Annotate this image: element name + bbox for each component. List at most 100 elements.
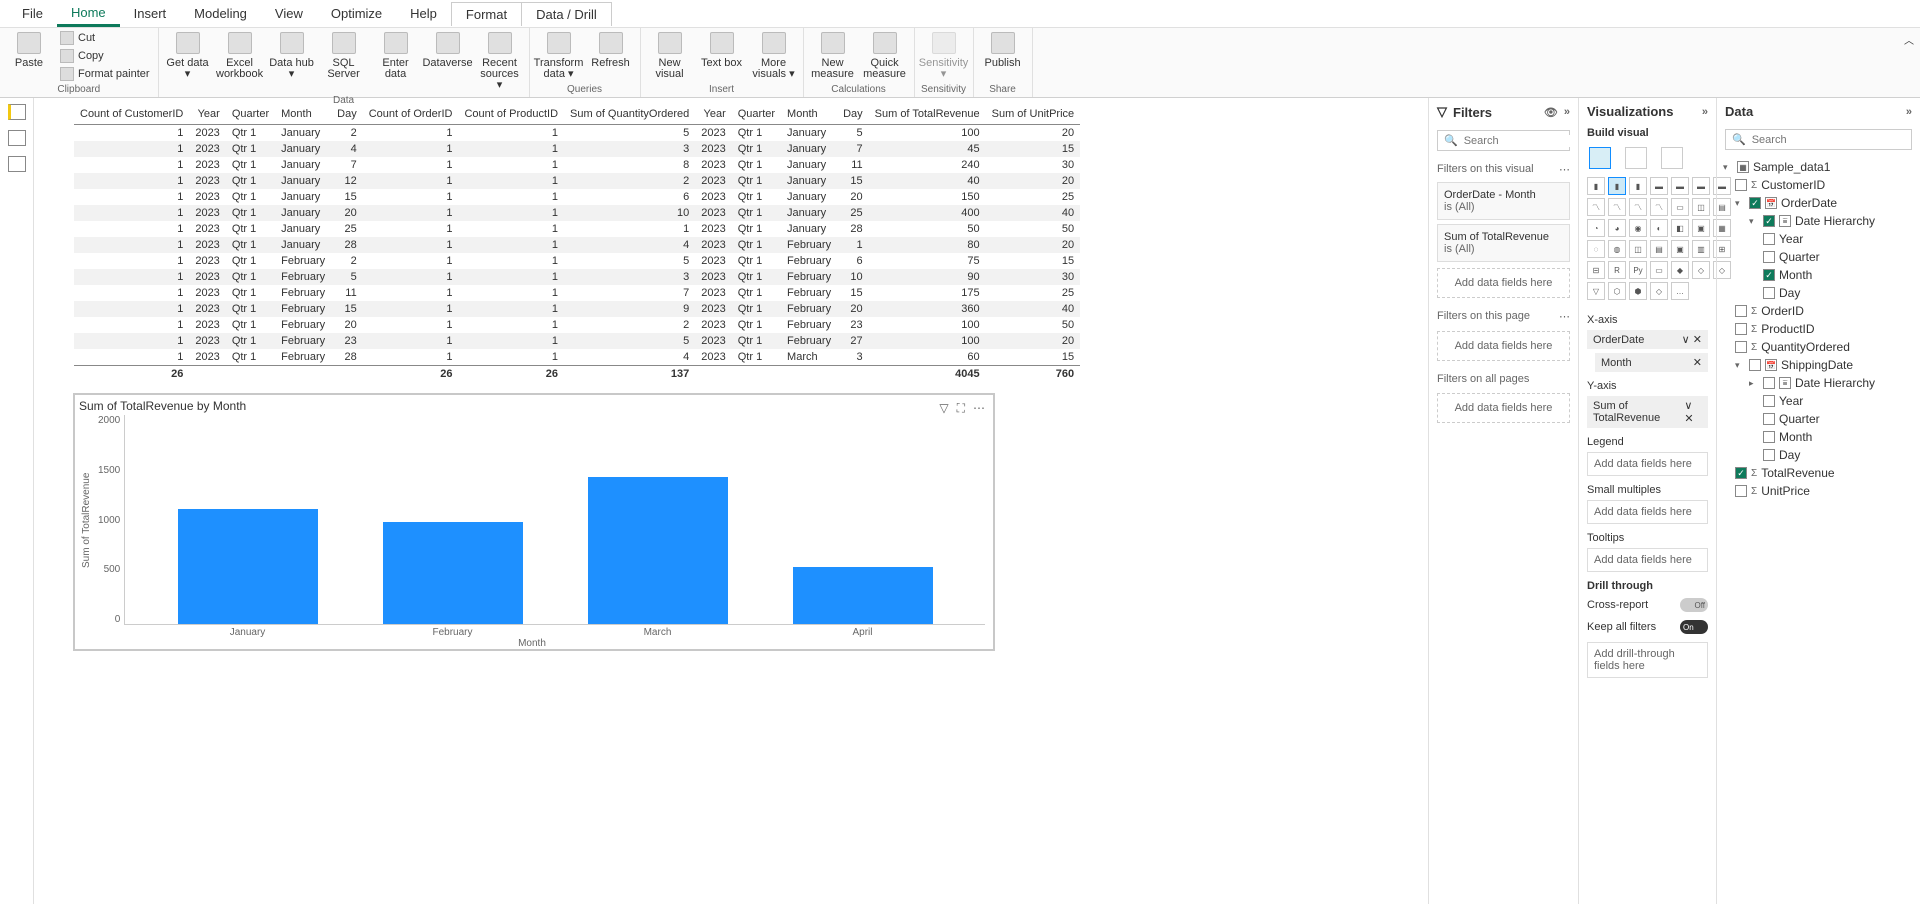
field-customerid[interactable]: ΣCustomerID [1721,176,1916,194]
col-header[interactable]: Year [189,104,225,125]
viz-type[interactable]: ⊟ [1587,261,1605,279]
tab-data-drill[interactable]: Data / Drill [522,2,612,26]
analytics-tab-icon[interactable] [1661,147,1683,169]
refresh-button[interactable]: Refresh [586,30,636,71]
xaxis-field[interactable]: OrderDate∨ ✕ [1587,330,1708,349]
table-row[interactable]: 12023Qtr 1January151162023Qtr 1January20… [74,189,1080,205]
table-row[interactable]: 12023Qtr 1February51132023Qtr 1February1… [74,269,1080,285]
viz-type[interactable]: ◐ [1650,219,1668,237]
table-row[interactable]: 12023Qtr 1January71182023Qtr 1January112… [74,157,1080,173]
viz-type[interactable]: ▥ [1692,240,1710,258]
data-search-input[interactable] [1752,134,1905,146]
tab-insert[interactable]: Insert [120,2,181,25]
viz-type[interactable]: 〽 [1650,198,1668,216]
viz-type[interactable]: Py [1629,261,1647,279]
get-data-button[interactable]: Get data ▾ [163,30,213,82]
viz-type[interactable]: ⬡ [1608,282,1626,300]
col-header[interactable]: Count of CustomerID [74,104,189,125]
enter-data-button[interactable]: Enter data [371,30,421,82]
table-row[interactable]: 12023Qtr 1February281142023Qtr 1March360… [74,349,1080,366]
bar[interactable] [793,567,933,624]
field-sd-year[interactable]: Year [1721,392,1916,410]
viz-type[interactable]: 〽 [1608,198,1626,216]
drill-through-drop[interactable]: Add drill-through fields here [1587,642,1708,678]
add-visual-filter[interactable]: Add data fields here [1437,268,1570,298]
eye-icon[interactable]: 👁 [1544,106,1558,119]
model-view-icon[interactable] [8,156,26,172]
cut-button[interactable]: Cut [56,30,154,46]
field-sd-month[interactable]: Month [1721,428,1916,446]
viz-type[interactable]: ▮ [1587,177,1605,195]
bar[interactable] [383,522,523,624]
small-multiples-drop[interactable]: Add data fields here [1587,500,1708,524]
viz-type[interactable]: ▤ [1650,240,1668,258]
table-row[interactable]: 12023Qtr 1February21152023Qtr 1February6… [74,253,1080,269]
viz-type[interactable]: … [1671,282,1689,300]
viz-type[interactable]: ◧ [1671,219,1689,237]
field-sd-day[interactable]: Day [1721,446,1916,464]
table-row[interactable]: 12023Qtr 1January121122023Qtr 1January15… [74,173,1080,189]
viz-type[interactable]: ◫ [1692,198,1710,216]
copy-button[interactable]: Copy [56,48,154,64]
viz-type[interactable]: ▣ [1692,219,1710,237]
col-header[interactable]: Day [837,104,869,125]
col-header[interactable]: Sum of UnitPrice [986,104,1081,125]
viz-type[interactable]: ◉ [1629,219,1647,237]
add-page-filter[interactable]: Add data fields here [1437,331,1570,361]
viz-type[interactable]: R [1608,261,1626,279]
viz-type[interactable]: ◕ [1608,219,1626,237]
table-row[interactable]: 12023Qtr 1January41132023Qtr 1January745… [74,141,1080,157]
field-quantityordered[interactable]: ΣQuantityOrdered [1721,338,1916,356]
filter-card-totalrevenue[interactable]: Sum of TotalRevenue is (All) [1437,224,1570,262]
viz-type[interactable]: ▬ [1692,177,1710,195]
ellipsis-icon[interactable]: ⋯ [1559,163,1570,176]
collapse-data-icon[interactable]: » [1906,106,1912,118]
table-row[interactable]: 12023Qtr 1January21152023Qtr 1January510… [74,125,1080,142]
tab-file[interactable]: File [8,2,57,25]
viz-type[interactable]: ◇ [1692,261,1710,279]
dataverse-button[interactable]: Dataverse [423,30,473,71]
bar[interactable] [588,477,728,624]
filter-icon[interactable]: ▽ [939,401,948,416]
viz-type[interactable]: 〽 [1587,198,1605,216]
field-orderdate-hierarchy[interactable]: ▾✓⩸Date Hierarchy [1721,212,1916,230]
report-canvas[interactable]: Count of CustomerIDYearQuarterMonthDayCo… [34,98,1428,904]
tab-format[interactable]: Format [451,2,522,26]
viz-type[interactable]: ◫ [1629,240,1647,258]
field-od-month[interactable]: ✓Month [1721,266,1916,284]
ribbon-collapse-icon[interactable]: ︿ [1904,32,1914,47]
viz-type[interactable]: ◔ [1587,219,1605,237]
table-row[interactable]: 12023Qtr 1January251112023Qtr 1January28… [74,221,1080,237]
col-header[interactable]: Sum of QuantityOrdered [564,104,695,125]
viz-type[interactable]: ◆ [1671,261,1689,279]
table-row[interactable]: 12023Qtr 1January281142023Qtr 1February1… [74,237,1080,253]
viz-type[interactable]: ▣ [1671,240,1689,258]
viz-type[interactable]: ▭ [1671,198,1689,216]
tab-modeling[interactable]: Modeling [180,2,261,25]
quick-measure-button[interactable]: Quick measure [860,30,910,82]
tab-optimize[interactable]: Optimize [317,2,396,25]
report-view-icon[interactable] [8,104,26,120]
col-header[interactable]: Month [781,104,837,125]
data-hub-button[interactable]: Data hub ▾ [267,30,317,82]
bar[interactable] [178,509,318,624]
viz-type[interactable]: ◇ [1650,282,1668,300]
viz-type[interactable]: ▮ [1629,177,1647,195]
transform-data-button[interactable]: Transform data ▾ [534,30,584,82]
col-header[interactable]: Sum of TotalRevenue [869,104,986,125]
field-shippingdate[interactable]: ▾📅ShippingDate [1721,356,1916,374]
col-header[interactable]: Quarter [732,104,781,125]
table-row[interactable]: 12023Qtr 1February111172023Qtr 1February… [74,285,1080,301]
excel-button[interactable]: Excel workbook [215,30,265,82]
viz-type[interactable]: ▮ [1608,177,1626,195]
viz-type[interactable]: ▭ [1650,261,1668,279]
field-orderdate[interactable]: ▾✓📅OrderDate [1721,194,1916,212]
table-row[interactable]: 12023Qtr 1February231152023Qtr 1February… [74,333,1080,349]
viz-type[interactable]: ▽ [1587,282,1605,300]
field-od-year[interactable]: Year [1721,230,1916,248]
viz-type[interactable]: ▬ [1671,177,1689,195]
collapse-viz-icon[interactable]: » [1702,106,1708,118]
paste-button[interactable]: Paste [4,30,54,71]
table-view-icon[interactable] [8,130,26,146]
data-search[interactable]: 🔍 [1725,129,1912,150]
